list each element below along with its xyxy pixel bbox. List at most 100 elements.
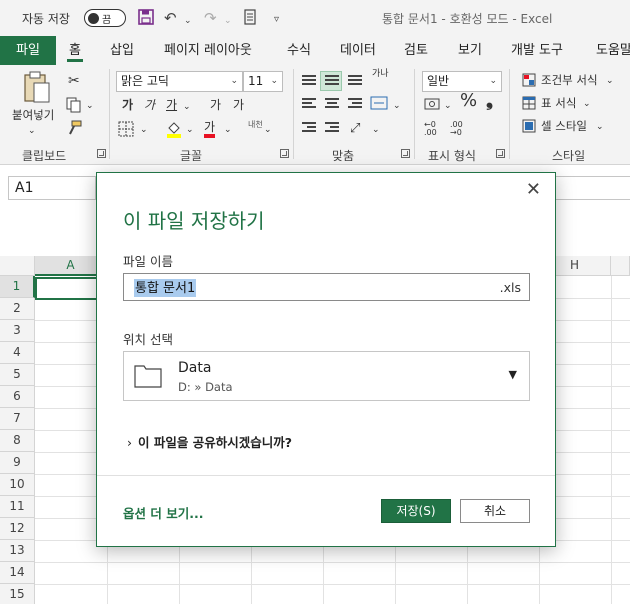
underline-button[interactable]: 가: [166, 97, 177, 113]
increase-indent-icon[interactable]: [325, 122, 339, 134]
borders-icon[interactable]: [118, 121, 134, 141]
save-icon[interactable]: [138, 9, 154, 29]
merge-dropdown-icon[interactable]: ⌄: [393, 98, 401, 114]
row-header[interactable]: 11: [0, 496, 35, 518]
orientation-dropdown-icon[interactable]: ⌄: [372, 122, 380, 138]
filename-input[interactable]: [135, 279, 195, 294]
phonetic-guide-button[interactable]: 내천: [248, 120, 263, 129]
fill-color-dropdown-icon[interactable]: ⌄: [186, 122, 194, 138]
conditional-dropdown-icon[interactable]: ⌄: [606, 73, 614, 89]
tab-formulas[interactable]: 수식: [287, 36, 311, 65]
decrease-decimal-icon[interactable]: .00 →0: [450, 121, 463, 137]
wrap-text-button[interactable]: 가나: [372, 69, 389, 79]
name-box[interactable]: A1: [8, 176, 96, 200]
align-right-icon[interactable]: [348, 98, 362, 110]
autosave-toggle[interactable]: 끔: [84, 9, 126, 27]
tab-developer[interactable]: 개발 도구: [511, 36, 563, 65]
filename-field[interactable]: .xls: [123, 273, 530, 301]
cell-styles-icon[interactable]: [522, 119, 536, 137]
increase-decimal-icon[interactable]: ←0.00: [424, 121, 437, 137]
row-header[interactable]: 15: [0, 584, 35, 604]
conditional-format-icon[interactable]: [522, 73, 536, 91]
tab-data[interactable]: 데이터: [340, 36, 376, 65]
number-launcher-icon[interactable]: [496, 149, 505, 158]
paste-label[interactable]: 붙여넣기: [12, 107, 54, 123]
tab-page-layout[interactable]: 페이지 레이아웃: [164, 36, 252, 65]
tab-view[interactable]: 보기: [458, 36, 482, 65]
bold-button[interactable]: 가: [122, 97, 133, 113]
row-header[interactable]: 14: [0, 562, 35, 584]
align-top-icon[interactable]: [302, 75, 316, 87]
redo-icon[interactable]: ↷: [204, 9, 217, 27]
form-icon[interactable]: [244, 9, 256, 29]
font-color-dropdown-icon[interactable]: ⌄: [224, 122, 232, 138]
shrink-font-button[interactable]: 가: [233, 97, 244, 113]
format-table-button[interactable]: 표 서식: [541, 95, 576, 111]
cancel-button[interactable]: 취소: [460, 499, 530, 523]
more-options-link[interactable]: 옵션 더 보기...: [123, 503, 203, 522]
row-header[interactable]: 9: [0, 452, 35, 474]
row-header-1[interactable]: 1: [0, 276, 35, 298]
percent-icon[interactable]: %: [460, 92, 477, 110]
orientation-icon[interactable]: ⤢: [350, 121, 360, 137]
font-size-select[interactable]: 11 ⌄: [243, 71, 283, 92]
format-table-icon[interactable]: [522, 96, 536, 114]
tab-file[interactable]: 파일: [0, 36, 56, 65]
copy-icon[interactable]: [66, 97, 82, 117]
comma-style-icon[interactable]: ❟: [486, 92, 493, 110]
align-bottom-icon[interactable]: [348, 75, 362, 87]
tab-help[interactable]: 도움말: [596, 36, 630, 65]
dropdown-triangle-icon[interactable]: ▼: [509, 368, 517, 381]
align-middle-icon[interactable]: [325, 75, 339, 87]
copy-dropdown-icon[interactable]: ⌄: [86, 98, 94, 114]
borders-dropdown-icon[interactable]: ⌄: [140, 122, 148, 138]
accounting-dropdown-icon[interactable]: ⌄: [444, 98, 452, 114]
row-header[interactable]: 3: [0, 320, 35, 342]
align-center-icon[interactable]: [325, 98, 339, 110]
accounting-format-icon[interactable]: [424, 97, 440, 115]
paste-icon[interactable]: [22, 71, 52, 109]
row-header[interactable]: 12: [0, 518, 35, 540]
align-left-icon[interactable]: [302, 98, 316, 110]
select-all-corner[interactable]: [0, 256, 35, 276]
row-header[interactable]: 10: [0, 474, 35, 496]
customize-quick-access-icon[interactable]: ▿: [274, 11, 279, 29]
tab-insert[interactable]: 삽입: [110, 36, 134, 65]
cell-styles-button[interactable]: 셀 스타일: [541, 118, 587, 134]
row-header[interactable]: 2: [0, 298, 35, 320]
grow-font-button[interactable]: 가: [210, 97, 221, 113]
redo-dropdown-icon[interactable]: ⌄: [224, 12, 232, 30]
row-header[interactable]: 4: [0, 342, 35, 364]
column-header[interactable]: [611, 256, 630, 276]
undo-icon[interactable]: ↶: [164, 9, 177, 27]
tab-review[interactable]: 검토: [404, 36, 428, 65]
font-color-button[interactable]: 가: [204, 120, 216, 138]
close-icon[interactable]: ✕: [526, 179, 541, 200]
location-picker[interactable]: Data D: » Data ▼: [123, 351, 530, 401]
share-expander[interactable]: › 이 파일을 공유하시겠습니까?: [127, 432, 292, 451]
alignment-launcher-icon[interactable]: [401, 149, 410, 158]
row-header[interactable]: 6: [0, 386, 35, 408]
row-header[interactable]: 5: [0, 364, 35, 386]
conditional-format-button[interactable]: 조건부 서식: [541, 72, 598, 88]
decrease-indent-icon[interactable]: [302, 122, 316, 134]
row-header[interactable]: 8: [0, 430, 35, 452]
row-header[interactable]: 7: [0, 408, 35, 430]
paste-dropdown-icon[interactable]: ⌄: [28, 123, 36, 139]
fill-color-icon[interactable]: [166, 120, 182, 142]
merge-center-icon[interactable]: [370, 95, 388, 115]
undo-dropdown-icon[interactable]: ⌄: [184, 12, 192, 30]
clipboard-launcher-icon[interactable]: [97, 149, 106, 158]
phonetic-dropdown-icon[interactable]: ⌄: [264, 122, 272, 138]
tab-home[interactable]: 홈: [67, 36, 83, 65]
underline-dropdown-icon[interactable]: ⌄: [183, 99, 191, 115]
font-launcher-icon[interactable]: [280, 149, 289, 158]
format-painter-icon[interactable]: [66, 120, 82, 140]
save-button[interactable]: 저장(S): [381, 499, 451, 523]
font-name-select[interactable]: 맑은 고딕 ⌄: [116, 71, 243, 92]
row-header[interactable]: 13: [0, 540, 35, 562]
cut-icon[interactable]: ✂: [68, 73, 80, 89]
number-format-select[interactable]: 일반 ⌄: [422, 71, 502, 92]
italic-button[interactable]: 가: [144, 97, 155, 113]
format-table-dropdown-icon[interactable]: ⌄: [583, 96, 591, 112]
